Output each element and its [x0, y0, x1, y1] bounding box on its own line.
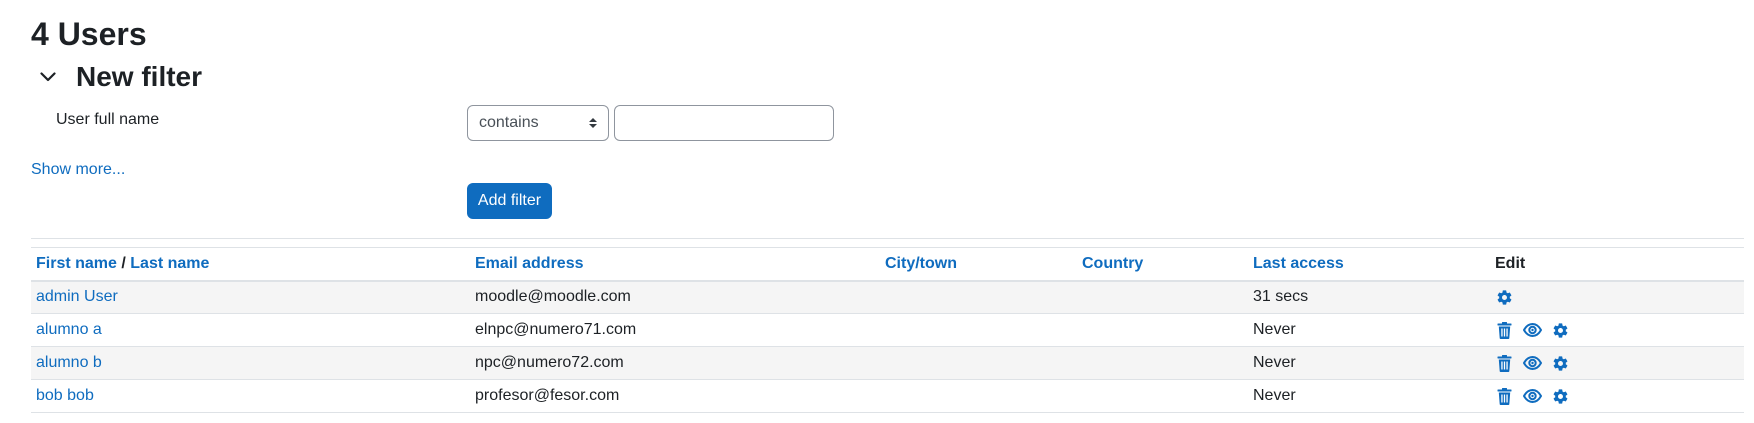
- table-row: admin User moodle@moodle.com 31 secs: [31, 280, 1744, 314]
- settings-icon: [1496, 289, 1513, 306]
- cell-edit: [1490, 347, 1744, 380]
- cell-email: elnpc@numero71.com: [475, 321, 637, 338]
- cell-last-access: Never: [1253, 354, 1296, 371]
- cell-email: moodle@moodle.com: [475, 288, 631, 306]
- edit-settings-button[interactable]: [1551, 354, 1569, 372]
- cell-city: [880, 380, 1077, 413]
- cell-email: profesor@fesor.com: [475, 387, 620, 404]
- sort-last-access-link[interactable]: Last access: [1253, 255, 1344, 272]
- header-name: First name / Last name: [31, 248, 470, 281]
- edit-settings-button[interactable]: [1495, 288, 1513, 306]
- settings-icon: [1552, 322, 1569, 339]
- cell-edit: [1490, 380, 1744, 413]
- user-name-link[interactable]: alumno b: [36, 354, 102, 371]
- user-full-name-label: User full name: [56, 111, 160, 128]
- add-filter-button[interactable]: Add filter: [467, 183, 552, 219]
- edit-actions: [1495, 288, 1739, 306]
- edit-actions: [1495, 354, 1739, 372]
- sort-first-name-link[interactable]: First name: [36, 255, 117, 272]
- users-table: First name / Last name Email address Cit…: [31, 247, 1744, 413]
- trash-icon: [1497, 321, 1512, 339]
- header-edit: Edit: [1495, 254, 1526, 272]
- header-email: Email address: [470, 248, 880, 281]
- show-more-link[interactable]: Show more...: [31, 161, 125, 179]
- cell-country: [1077, 380, 1248, 413]
- eye-icon: [1522, 389, 1542, 403]
- eye-icon: [1522, 356, 1542, 370]
- cell-email: npc@numero72.com: [475, 354, 624, 371]
- delete-button[interactable]: [1495, 321, 1513, 339]
- edit-actions: [1495, 387, 1739, 405]
- eye-icon: [1522, 323, 1542, 337]
- cell-city: [880, 281, 1077, 314]
- cell-city: [880, 347, 1077, 380]
- cell-name: admin User: [31, 281, 470, 314]
- filter-operator-value: contains: [479, 114, 539, 131]
- user-name-link[interactable]: admin User: [36, 288, 118, 305]
- chevron-down-icon[interactable]: [36, 65, 60, 89]
- filter-section-title: New filter: [76, 61, 203, 92]
- header-city: City/town: [880, 248, 1077, 281]
- select-arrows-icon: [589, 118, 597, 128]
- view-button[interactable]: [1522, 354, 1542, 372]
- page-title: 4 Users: [31, 16, 147, 52]
- cell-last-access: 31 secs: [1253, 288, 1309, 306]
- settings-icon: [1552, 355, 1569, 372]
- table-row: bob bob profesor@fesor.com Never: [31, 380, 1744, 413]
- cell-name: alumno b: [31, 347, 470, 380]
- header-last-access: Last access: [1248, 248, 1490, 281]
- delete-button[interactable]: [1495, 354, 1513, 372]
- filter-operator-select[interactable]: contains: [467, 105, 609, 141]
- table-row: alumno a elnpc@numero71.com Never: [31, 314, 1744, 347]
- user-name-link[interactable]: bob bob: [36, 387, 94, 404]
- settings-icon: [1552, 388, 1569, 405]
- name-separator: /: [116, 254, 131, 272]
- cell-country: [1077, 314, 1248, 347]
- edit-actions: [1495, 321, 1739, 339]
- divider: [31, 238, 1744, 239]
- cell-edit: [1490, 281, 1744, 314]
- cell-edit: [1490, 314, 1744, 347]
- header-country: Country: [1077, 248, 1248, 281]
- edit-settings-button[interactable]: [1551, 321, 1569, 339]
- delete-button[interactable]: [1495, 387, 1513, 405]
- sort-city-link[interactable]: City/town: [885, 255, 957, 272]
- cell-country: [1077, 347, 1248, 380]
- view-button[interactable]: [1522, 387, 1542, 405]
- table-header-row: First name / Last name Email address Cit…: [31, 247, 1744, 281]
- trash-icon: [1497, 354, 1512, 372]
- cell-name: alumno a: [31, 314, 470, 347]
- filter-section-header[interactable]: New filter: [36, 58, 202, 96]
- sort-last-name-link[interactable]: Last name: [130, 255, 209, 272]
- cell-last-access: Never: [1253, 321, 1296, 338]
- edit-settings-button[interactable]: [1551, 387, 1569, 405]
- filter-value-input[interactable]: [614, 105, 834, 141]
- cell-city: [880, 314, 1077, 347]
- user-name-link[interactable]: alumno a: [36, 321, 102, 338]
- cell-last-access: Never: [1253, 387, 1296, 404]
- table-row: alumno b npc@numero72.com Never: [31, 346, 1744, 380]
- trash-icon: [1497, 387, 1512, 405]
- sort-country-link[interactable]: Country: [1082, 255, 1143, 272]
- cell-name: bob bob: [31, 380, 470, 413]
- sort-email-link[interactable]: Email address: [475, 255, 584, 272]
- cell-country: [1077, 281, 1248, 314]
- view-button[interactable]: [1522, 321, 1542, 339]
